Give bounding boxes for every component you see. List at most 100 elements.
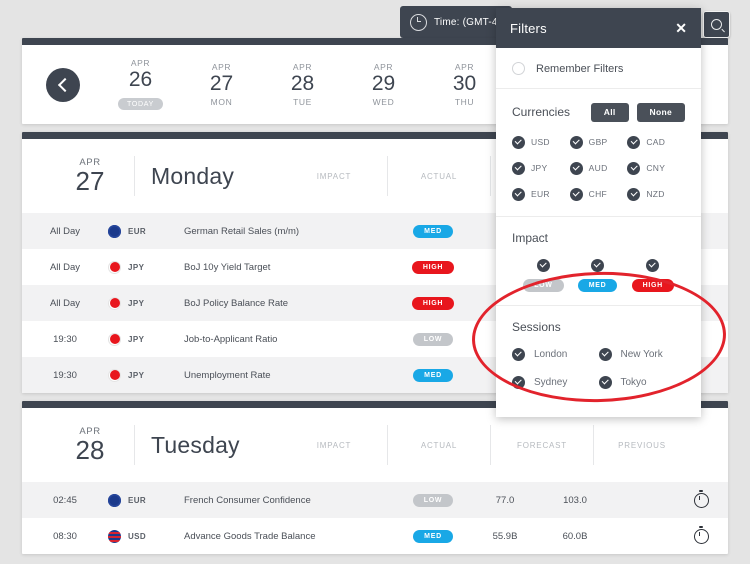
date-month: APR [181,62,262,72]
event-impact: MED [396,369,470,382]
event-actual: 55.9B [470,531,540,542]
impact-badge-med: MED [578,279,618,292]
event-impact: MED [396,530,470,543]
currency-code: EUR [128,496,146,505]
date-number: 30 [424,72,505,96]
event-impact: HIGH [396,297,470,310]
check-icon [627,188,640,201]
event-detail[interactable] [674,493,728,508]
flag-eur-icon [108,225,121,238]
flag-jpy-icon [108,369,121,382]
date-number: 28 [262,72,343,96]
impact-title: Impact [512,231,548,245]
timezone-indicator[interactable]: Time: (GMT-4 [400,6,512,38]
stopwatch-icon [694,529,709,544]
event-title: Advance Goods Trade Balance [184,531,396,542]
event-time: 08:30 [22,531,108,542]
session-label: London [534,349,567,360]
currency-checkbox-cad[interactable]: CAD [627,136,685,149]
check-icon [591,259,604,272]
date-cell-1[interactable]: APR 27 MON [181,62,262,106]
session-checkbox-london[interactable]: London [512,348,599,361]
clock-icon [410,14,427,31]
check-icon [599,348,612,361]
currencies-grid: USD GBP CAD JPY AUD CNY [512,136,685,203]
currencies-title: Currencies [512,105,570,119]
date-number: 26 [100,68,181,92]
date-month: APR [343,62,424,72]
date-cell-0[interactable]: APR 26 TODAY [100,58,181,110]
remember-filters-label: Remember Filters [536,63,623,75]
impact-section: Impact LOW MED HIGH [496,217,701,306]
day-date: APR 27 [62,157,118,195]
currency-checkbox-usd[interactable]: USD [512,136,570,149]
impact-badge: HIGH [412,261,454,274]
event-currency: JPY [108,261,184,274]
radio-unchecked-icon [512,62,525,75]
day-header: APR 28 Tuesday IMPACT ACTUAL FORECAST PR… [22,408,728,482]
day-date: APR 28 [62,426,118,464]
event-title: German Retail Sales (m/m) [184,226,396,237]
currency-label: NZD [646,189,664,199]
event-title: Unemployment Rate [184,370,396,381]
impact-checkbox-high[interactable]: HIGH [632,259,674,292]
check-icon [570,136,583,149]
currency-checkbox-nzd[interactable]: NZD [627,188,685,201]
impact-badge-high: HIGH [632,279,674,292]
session-label: Sydney [534,377,567,388]
event-detail[interactable] [674,529,728,544]
event-currency: USD [108,530,184,543]
currency-checkbox-cny[interactable]: CNY [627,162,685,175]
select-all-button[interactable]: All [591,103,629,122]
flag-usd-icon [108,530,121,543]
filters-panel: Filters ✕ Remember Filters Currencies Al… [496,8,701,417]
select-none-button[interactable]: None [637,103,685,122]
currency-checkbox-jpy[interactable]: JPY [512,162,570,175]
flag-jpy-icon [108,333,121,346]
table-row[interactable]: 02:45 EUR French Consumer Confidence LOW… [22,482,728,518]
search-button[interactable] [703,11,730,38]
table-row[interactable]: 08:30 USD Advance Goods Trade Balance ME… [22,518,728,554]
date-cell-2[interactable]: APR 28 TUE [262,62,343,106]
event-time: 19:30 [22,370,108,381]
check-icon [512,348,525,361]
close-icon[interactable]: ✕ [675,21,687,35]
divider [387,425,388,465]
currency-checkbox-gbp[interactable]: GBP [570,136,628,149]
timezone-label: Time: (GMT-4 [434,17,498,28]
session-checkbox-new-york[interactable]: New York [599,348,686,361]
flag-jpy-icon [108,261,121,274]
event-forecast: 103.0 [540,495,610,506]
sessions-title: Sessions [512,320,561,334]
date-cell-3[interactable]: APR 29 WED [343,62,424,106]
session-checkbox-tokyo[interactable]: Tokyo [599,376,686,389]
sessions-section: Sessions London New York Sydney Tokyo [496,306,701,417]
event-impact: MED [396,225,470,238]
date-number: 29 [343,72,424,96]
date-number: 27 [181,72,262,96]
impact-checkbox-med[interactable]: MED [578,259,618,292]
day-number: 27 [62,168,118,195]
day-name: Tuesday [151,432,240,459]
divider [593,425,594,465]
impact-header: Impact [512,231,685,245]
session-label: Tokyo [621,377,647,388]
event-title: BoJ Policy Balance Rate [184,298,396,309]
session-checkbox-sydney[interactable]: Sydney [512,376,599,389]
event-time: 02:45 [22,495,108,506]
currency-label: CAD [646,137,665,147]
check-icon [646,259,659,272]
check-icon [599,376,612,389]
currency-label: JPY [531,163,548,173]
prev-week-button[interactable] [46,68,80,102]
impact-checkbox-low[interactable]: LOW [523,259,563,292]
event-impact: LOW [396,333,470,346]
currency-checkbox-aud[interactable]: AUD [570,162,628,175]
currencies-section: Currencies All None USD GBP CAD JPY [496,89,701,217]
currency-checkbox-chf[interactable]: CHF [570,188,628,201]
divider [134,425,135,465]
divider [490,425,491,465]
currency-checkbox-eur[interactable]: EUR [512,188,570,201]
remember-filters-toggle[interactable]: Remember Filters [512,62,685,75]
date-cell-4[interactable]: APR 30 THU [424,62,505,106]
